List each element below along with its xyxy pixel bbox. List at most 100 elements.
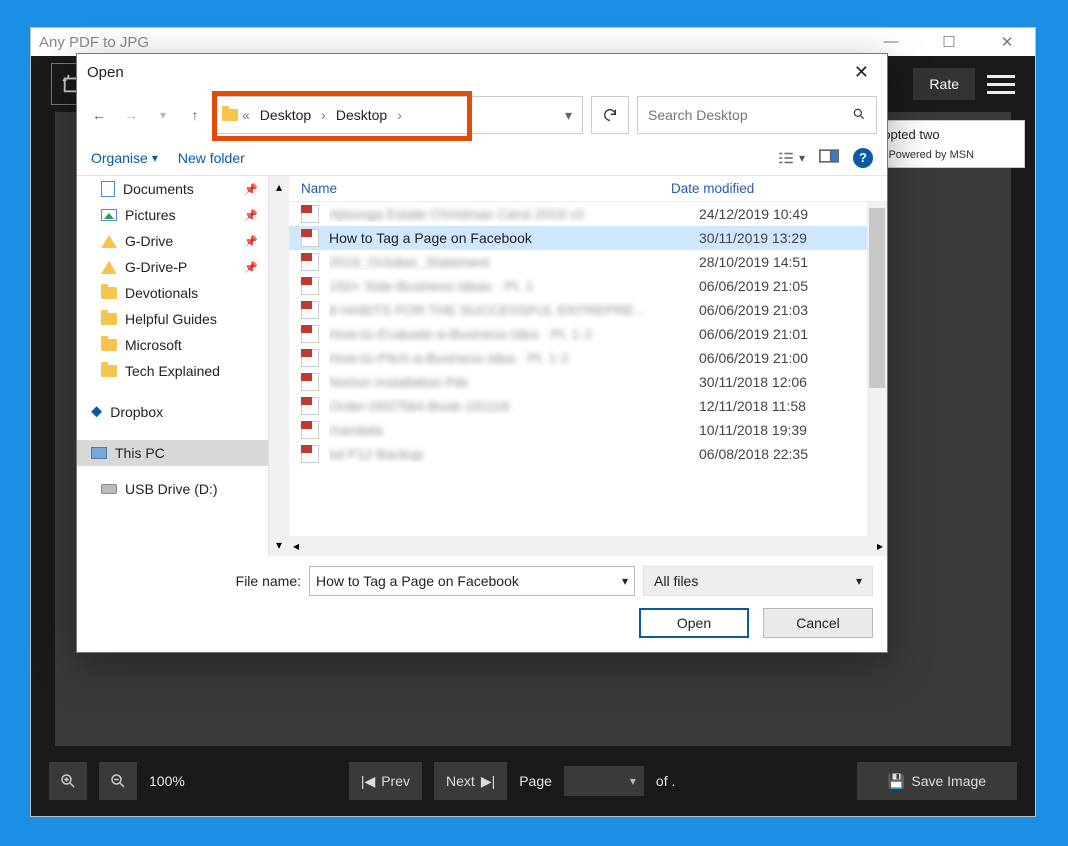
- save-image-button[interactable]: 💾 Save Image: [857, 762, 1017, 800]
- file-row[interactable]: How-to-Evaluate-a-Business-Idea · Pt. 1·…: [289, 322, 887, 346]
- search-icon[interactable]: [842, 107, 876, 124]
- filename-label: File name:: [91, 573, 301, 589]
- sidebar-scrollbar[interactable]: ▴ ▾: [269, 176, 289, 556]
- prev-button[interactable]: |◀ Prev: [349, 762, 422, 800]
- file-date: 06/06/2019 21:01: [699, 326, 808, 342]
- maximize-button[interactable]: ☐: [929, 33, 969, 51]
- breadcrumb-segment[interactable]: Desktop: [330, 105, 393, 125]
- nav-up-button[interactable]: ↑: [183, 103, 207, 127]
- file-date: 06/08/2018 22:35: [699, 446, 808, 462]
- chevron-right-icon: ›: [397, 107, 402, 123]
- chevron-down-icon[interactable]: ▾: [622, 574, 628, 588]
- dialog-title: Open: [87, 64, 124, 81]
- column-header[interactable]: Name Date modified: [289, 176, 887, 202]
- file-filter-dropdown[interactable]: All files ▾: [643, 566, 873, 596]
- file-list[interactable]: Ajisonga Estate Christmas Carol 2019 v2 2…: [289, 202, 887, 536]
- msn-headline: dopted two: [876, 127, 1014, 142]
- preview-pane-button[interactable]: [819, 149, 839, 166]
- chevron-right-icon: ›: [321, 107, 326, 123]
- msn-widget: dopted two ▞ Powered by MSN: [865, 120, 1025, 168]
- file-row[interactable]: 2019_October_Statement28/10/2019 14:51: [289, 250, 887, 274]
- filename-input[interactable]: How to Tag a Page on Facebook ▾: [309, 566, 635, 596]
- file-name: 150+ Side-Business Ideas · Pt. 1: [329, 278, 689, 294]
- file-row[interactable]: How to Tag a Page on Facebook30/11/2019 …: [289, 226, 887, 250]
- sidebar-item-dropbox[interactable]: ⬥Dropbox: [77, 398, 268, 426]
- sidebar-item-tech-explained[interactable]: Tech Explained: [77, 358, 268, 384]
- zoom-level: 100%: [149, 773, 185, 789]
- scroll-down-icon[interactable]: ▾: [276, 538, 282, 552]
- file-row[interactable]: kd P12 Backup 06/08/2018 22:35: [289, 442, 887, 466]
- file-name: 2019_October_Statement: [329, 254, 689, 270]
- scroll-right-icon[interactable]: ▸: [877, 539, 883, 553]
- menu-button[interactable]: [987, 75, 1015, 94]
- file-row[interactable]: Order-0937564-Book-18111612/11/2018 11:5…: [289, 394, 887, 418]
- folder-icon: [222, 109, 238, 121]
- dialog-close-button[interactable]: ✕: [846, 58, 877, 87]
- folder-icon: [101, 287, 117, 299]
- chevron-down-icon: ▾: [630, 774, 636, 788]
- zoom-in-button[interactable]: [49, 762, 87, 800]
- file-row[interactable]: 8 HABITS FOR THE SUCCESSFUL ENTREPRE...0…: [289, 298, 887, 322]
- folder-icon: [101, 339, 117, 351]
- view-mode-button[interactable]: ▾: [777, 151, 805, 165]
- scroll-left-icon[interactable]: ◂: [293, 539, 299, 553]
- new-folder-button[interactable]: New folder: [178, 150, 245, 166]
- file-row[interactable]: How-to-Pitch-a-Business-Idea · Pt. 1·206…: [289, 346, 887, 370]
- close-button[interactable]: ✕: [987, 33, 1027, 51]
- pdf-icon: [301, 229, 319, 247]
- file-scrollbar[interactable]: [867, 202, 887, 536]
- nav-forward-button[interactable]: →: [119, 103, 143, 127]
- window-controls: — ☐ ✕: [871, 33, 1027, 51]
- sidebar-item-label: Documents: [123, 181, 194, 197]
- organise-button[interactable]: Organise ▾: [91, 150, 158, 166]
- gdrive-icon: [101, 235, 117, 248]
- pdf-icon: [301, 373, 319, 391]
- rate-button[interactable]: Rate: [913, 68, 975, 100]
- sidebar-item-helpful-guides[interactable]: Helpful Guides: [77, 306, 268, 332]
- file-row[interactable]: 150+ Side-Business Ideas · Pt. 106/06/20…: [289, 274, 887, 298]
- file-hscrollbar[interactable]: ◂ ▸: [289, 536, 887, 556]
- sidebar-item-label: Tech Explained: [125, 363, 220, 379]
- search-input[interactable]: [638, 107, 842, 123]
- minimize-button[interactable]: —: [871, 33, 911, 51]
- breadcrumb-segment[interactable]: Desktop: [254, 105, 317, 125]
- open-button[interactable]: Open: [639, 608, 749, 638]
- dialog-footer: File name: How to Tag a Page on Facebook…: [77, 556, 887, 652]
- column-date[interactable]: Date modified: [671, 181, 875, 196]
- file-name: kd P12 Backup: [329, 446, 689, 462]
- file-row[interactable]: Ajisonga Estate Christmas Carol 2019 v22…: [289, 202, 887, 226]
- sidebar-item-g-drive[interactable]: G-Drive📌: [77, 228, 268, 254]
- breadcrumb[interactable]: « Desktop › Desktop › ▾: [215, 96, 583, 134]
- sidebar-item-this-pc[interactable]: This PC: [77, 440, 268, 466]
- cancel-button[interactable]: Cancel: [763, 608, 873, 638]
- nav-recent-button[interactable]: ▾: [151, 103, 175, 127]
- pin-icon: 📌: [244, 209, 258, 222]
- breadcrumb-dropdown[interactable]: ▾: [561, 103, 576, 128]
- zoom-out-button[interactable]: [99, 762, 137, 800]
- dropbox-icon: ⬥: [91, 403, 102, 421]
- file-name: How to Tag a Page on Facebook: [329, 230, 689, 246]
- scroll-up-icon[interactable]: ▴: [276, 180, 282, 194]
- next-button[interactable]: Next ▶|: [434, 762, 507, 800]
- sidebar-item-devotionals[interactable]: Devotionals: [77, 280, 268, 306]
- sidebar-item-label: Devotionals: [125, 285, 198, 301]
- column-name[interactable]: Name: [301, 181, 671, 196]
- sidebar[interactable]: Documents📌 Pictures 📌 G-Drive📌G-Drive-P📌 Dev…: [77, 176, 269, 556]
- refresh-button[interactable]: [591, 96, 629, 134]
- page-dropdown[interactable]: ▾: [564, 766, 644, 796]
- dialog-body: Documents📌 Pictures 📌 G-Drive📌G-Drive-P📌 Dev…: [77, 176, 887, 556]
- file-name: Ajisonga Estate Christmas Carol 2019 v2: [329, 206, 689, 222]
- sidebar-item-microsoft[interactable]: Microsoft: [77, 332, 268, 358]
- sidebar-item-pictures[interactable]: Pictures 📌: [77, 202, 268, 228]
- help-button[interactable]: ?: [853, 148, 873, 168]
- pictures-icon: [101, 209, 117, 221]
- sidebar-item-documents[interactable]: Documents📌: [77, 176, 268, 202]
- app-title: Any PDF to JPG: [39, 34, 149, 51]
- sidebar-item-g-drive-p[interactable]: G-Drive-P📌: [77, 254, 268, 280]
- sidebar-item-usb-drive-d-[interactable]: USB Drive (D:): [77, 476, 268, 502]
- nav-back-button[interactable]: ←: [87, 103, 111, 127]
- search-box[interactable]: [637, 96, 877, 134]
- sidebar-item-label: Pictures: [125, 207, 176, 223]
- file-row[interactable]: mandala10/11/2018 19:39: [289, 418, 887, 442]
- file-row[interactable]: Norton Installation File30/11/2018 12:06: [289, 370, 887, 394]
